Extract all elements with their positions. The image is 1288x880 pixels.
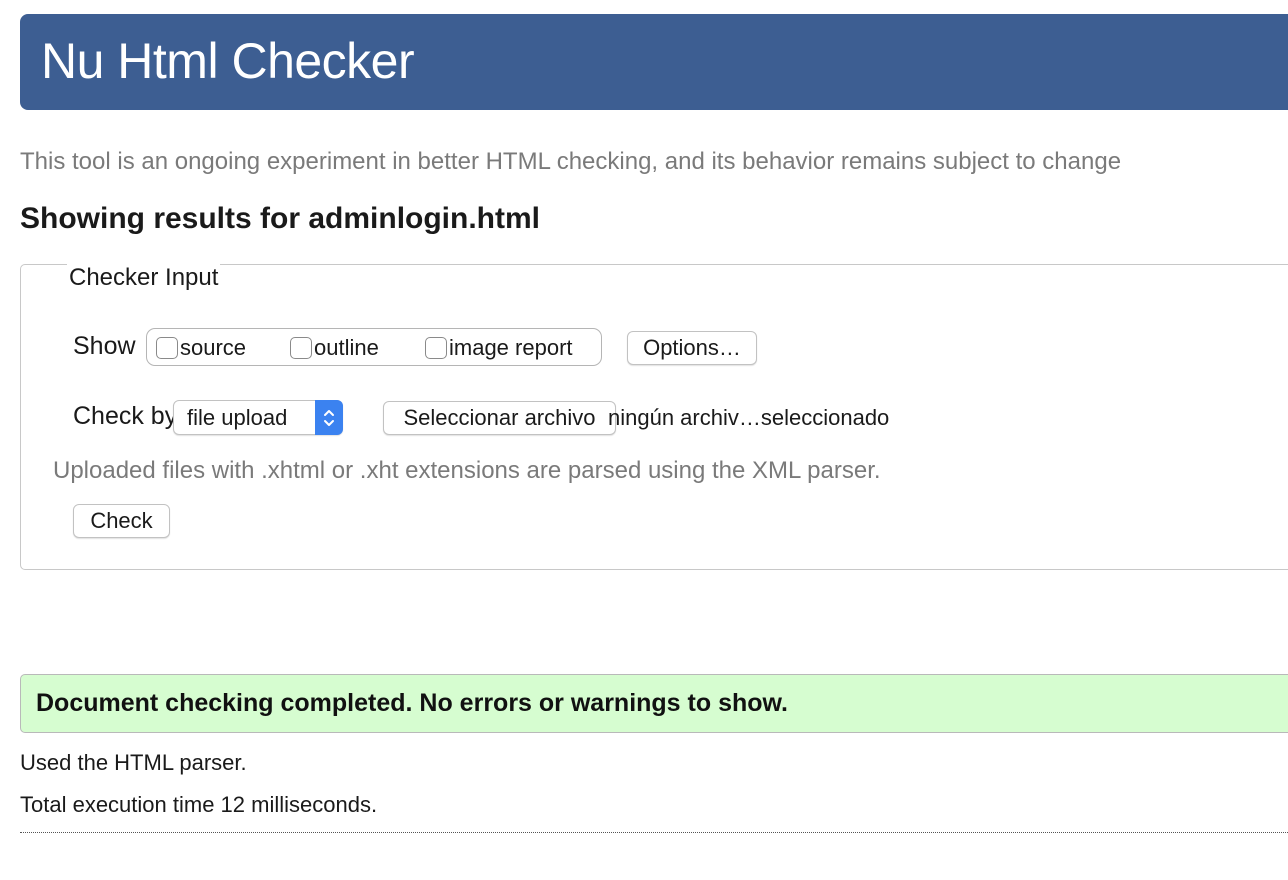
results-title: Showing results for adminlogin.html [20,202,541,235]
show-source-option[interactable]: source [156,335,246,361]
page: Nu Html Checker This tool is an ongoing … [0,0,1288,880]
image-report-label: image report [449,335,573,360]
outline-label: outline [314,335,379,360]
updown-chevron-icon [315,400,343,435]
xml-parser-hint: Uploaded files with .xhtml or .xht exten… [53,457,881,484]
show-image-report-option[interactable]: image report [425,335,573,361]
outline-checkbox[interactable] [290,337,312,359]
success-message: Document checking completed. No errors o… [36,689,788,717]
execution-time: Total execution time 12 milliseconds. [20,792,378,817]
show-label: Show [73,332,136,360]
parser-info: Used the HTML parser. [20,750,247,775]
success-message-box: Document checking completed. No errors o… [20,674,1288,733]
options-button[interactable]: Options… [627,331,757,365]
page-title: Nu Html Checker [41,33,415,89]
divider [20,832,1288,833]
source-label: source [180,335,247,360]
check-by-select[interactable]: file upload [173,400,343,435]
check-by-label: Check by [73,402,178,430]
file-status-text: ningún archiv…seleccionado [608,405,890,430]
check-by-selected-value: file upload [187,405,288,430]
show-outline-option[interactable]: outline [290,335,379,361]
header-banner: Nu Html Checker [20,14,1288,110]
choose-file-button[interactable]: Seleccionar archivo [383,401,616,435]
show-options-group: source outline image report [146,328,602,366]
check-button[interactable]: Check [73,504,170,538]
checker-input-legend: Checker Input [67,263,221,293]
source-checkbox[interactable] [156,337,178,359]
image-report-checkbox[interactable] [425,337,447,359]
tagline: This tool is an ongoing experiment in be… [20,148,1122,175]
